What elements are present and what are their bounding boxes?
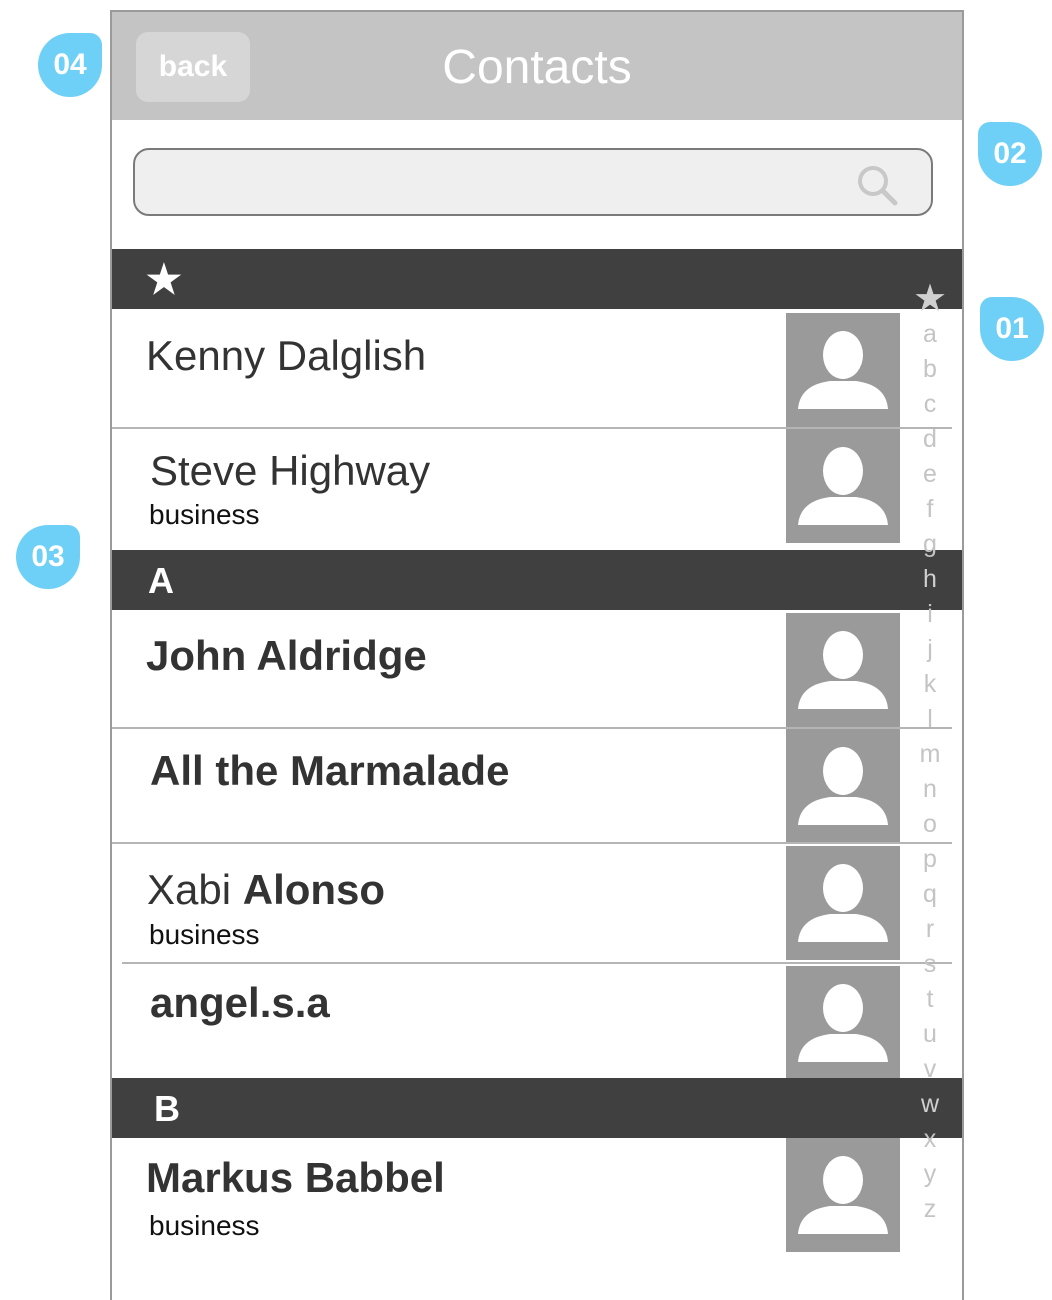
index-letter-o[interactable]: o	[912, 807, 948, 842]
person-icon	[798, 747, 888, 825]
index-letter-n[interactable]: n	[912, 772, 948, 807]
index-letter-d[interactable]: d	[912, 422, 948, 457]
index-letter-q[interactable]: q	[912, 877, 948, 912]
contact-label: business	[149, 1210, 260, 1241]
person-icon	[798, 447, 888, 525]
section-header-a: A	[112, 550, 962, 610]
person-icon	[798, 631, 888, 709]
contact-name: angel.s.a	[150, 979, 330, 1026]
index-letter-u[interactable]: u	[912, 1017, 948, 1052]
star-icon: ★	[146, 258, 182, 302]
section-header-favorites: ★	[112, 249, 962, 309]
person-icon	[798, 331, 888, 409]
index-letter-m[interactable]: m	[912, 737, 948, 772]
callout-02: 02	[978, 122, 1042, 186]
page-title: Contacts	[442, 41, 632, 94]
avatar	[786, 613, 900, 727]
contact-name: Xabi Alonso	[147, 866, 386, 913]
person-icon	[798, 1156, 888, 1234]
avatar	[786, 966, 900, 1080]
alphabet-index[interactable]: ★ a b c d e f g h i j k l m n o p q r s t u v w x y z	[912, 280, 948, 1227]
contact-name: Steve Highway	[150, 447, 431, 494]
index-letter-x[interactable]: x	[912, 1122, 948, 1157]
section-label: A	[148, 560, 174, 601]
index-letter-f[interactable]: f	[912, 492, 948, 527]
index-letter-t[interactable]: t	[912, 982, 948, 1017]
search-icon[interactable]	[855, 163, 899, 207]
index-letter-y[interactable]: y	[912, 1157, 948, 1192]
contact-row[interactable]: Markus Babbel business	[112, 1138, 962, 1268]
callout-01: 01	[980, 297, 1044, 361]
avatar	[786, 313, 900, 427]
index-letter-k[interactable]: k	[912, 667, 948, 702]
index-letter-i[interactable]: i	[912, 597, 948, 632]
index-letter-star[interactable]: ★	[912, 280, 948, 318]
index-letter-g[interactable]: g	[912, 527, 948, 562]
search-input[interactable]	[133, 148, 933, 216]
index-letter-z[interactable]: z	[912, 1192, 948, 1227]
index-letter-r[interactable]: r	[912, 912, 948, 947]
index-letter-e[interactable]: e	[912, 457, 948, 492]
index-letter-w[interactable]: w	[912, 1087, 948, 1122]
contact-row[interactable]: All the Marmalade	[112, 729, 962, 843]
contact-label: business	[149, 919, 260, 950]
phone-frame: back Contacts ★ Kenny Dalglish Steve Hig…	[110, 10, 964, 1300]
avatar	[786, 729, 900, 843]
index-letter-c[interactable]: c	[912, 387, 948, 422]
contact-name: Kenny Dalglish	[146, 332, 427, 379]
avatar	[786, 846, 900, 960]
contact-row[interactable]: Steve Highway business	[112, 429, 962, 549]
index-letter-s[interactable]: s	[912, 947, 948, 982]
contact-row[interactable]: angel.s.a	[112, 964, 962, 1080]
index-letter-p[interactable]: p	[912, 842, 948, 877]
contact-row[interactable]: John Aldridge	[112, 610, 962, 727]
avatar	[786, 1138, 900, 1252]
index-letter-j[interactable]: j	[912, 632, 948, 667]
avatar	[786, 429, 900, 543]
callout-03: 03	[16, 525, 80, 589]
index-letter-h[interactable]: h	[912, 562, 948, 597]
contact-row[interactable]: Xabi Alonso business	[112, 844, 962, 962]
person-icon	[798, 984, 888, 1062]
callout-04: 04	[38, 33, 102, 97]
index-letter-l[interactable]: l	[912, 702, 948, 737]
section-label: B	[154, 1088, 180, 1129]
person-icon	[798, 864, 888, 942]
contact-name: All the Marmalade	[150, 747, 510, 794]
navigation-bar: back Contacts	[112, 12, 962, 120]
index-letter-b[interactable]: b	[912, 352, 948, 387]
index-letter-v[interactable]: v	[912, 1052, 948, 1087]
section-header-b: B	[112, 1078, 962, 1138]
index-letter-a[interactable]: a	[912, 317, 948, 352]
contact-row[interactable]: Kenny Dalglish	[112, 310, 962, 427]
contact-name: Markus Babbel	[146, 1154, 445, 1201]
contact-label: business	[149, 499, 260, 530]
contact-name: John Aldridge	[146, 632, 427, 679]
